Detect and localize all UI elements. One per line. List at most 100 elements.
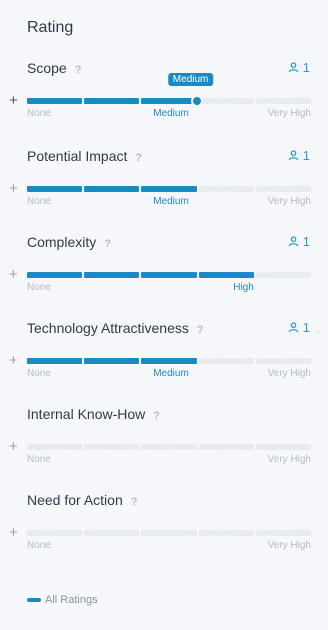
- rating-label-text: Need for Action: [27, 492, 123, 508]
- rater-count[interactable]: 1: [288, 148, 310, 163]
- rating-segment[interactable]: [27, 186, 83, 192]
- rater-count-value: 1: [302, 320, 310, 335]
- rating-slider-track[interactable]: [27, 530, 312, 536]
- rating-segment[interactable]: [84, 444, 140, 450]
- scale-max-label: Very High: [267, 454, 311, 465]
- scale-max-label: Very High: [267, 196, 311, 207]
- rating-segment[interactable]: [27, 358, 83, 364]
- rating-segment[interactable]: [141, 186, 197, 192]
- rating-segment[interactable]: [84, 272, 140, 278]
- help-icon[interactable]: ?: [104, 238, 111, 250]
- add-rating-icon[interactable]: +: [9, 353, 18, 368]
- rater-count[interactable]: 1: [288, 60, 310, 75]
- rating-segment[interactable]: [141, 530, 197, 536]
- rater-count-value: 1: [302, 60, 310, 75]
- rating-slider-track[interactable]: [27, 444, 312, 450]
- rating-need-for-action: Need for Action? + None Very High: [0, 492, 328, 572]
- current-level-label: High: [233, 282, 254, 293]
- rating-segment[interactable]: [27, 444, 83, 450]
- rating-scale-labels: None Medium Very High: [27, 368, 311, 382]
- rating-segment[interactable]: [198, 186, 254, 192]
- rating-scale-labels: None Very High: [27, 540, 311, 554]
- rater-count[interactable]: 1: [288, 320, 310, 335]
- user-icon: [288, 62, 299, 73]
- scale-min-label: None: [27, 282, 51, 293]
- legend: All Ratings: [27, 594, 98, 606]
- rating-slider-track[interactable]: [27, 272, 312, 278]
- rating-segment[interactable]: [27, 272, 83, 278]
- add-rating-icon[interactable]: +: [9, 93, 18, 108]
- rating-slider-track[interactable]: [27, 98, 312, 104]
- slider-handle[interactable]: [190, 95, 203, 107]
- help-icon[interactable]: ?: [153, 410, 160, 422]
- help-icon[interactable]: ?: [131, 496, 138, 508]
- rating-segment[interactable]: [84, 358, 140, 364]
- rating-segment[interactable]: [255, 358, 312, 364]
- current-level-label: Medium: [153, 196, 189, 207]
- rating-technology-attractiveness: Technology Attractiveness? 1 + None Medium Ve…: [0, 320, 328, 400]
- scale-max-label: Very High: [267, 108, 311, 119]
- rating-segment[interactable]: [84, 530, 140, 536]
- add-rating-icon[interactable]: +: [9, 181, 18, 196]
- rating-slider-track[interactable]: [27, 358, 312, 364]
- scale-min-label: None: [27, 108, 51, 119]
- scale-min-label: None: [27, 540, 51, 551]
- rating-scale-labels: None Medium Very High: [27, 196, 311, 210]
- current-level-label: Medium: [153, 368, 189, 379]
- rating-label-text: Potential Impact: [27, 148, 128, 164]
- user-icon: [288, 236, 299, 247]
- rating-segment[interactable]: [141, 272, 197, 278]
- scale-min-label: None: [27, 368, 51, 379]
- add-rating-icon[interactable]: +: [9, 525, 18, 540]
- rating-scale-labels: None Very High: [27, 454, 311, 468]
- rating-segment[interactable]: [27, 98, 83, 104]
- rating-segment[interactable]: [198, 98, 254, 104]
- rater-count-value: 1: [302, 148, 310, 163]
- rating-segment[interactable]: [255, 186, 312, 192]
- rating-label: Complexity?: [27, 234, 111, 250]
- rating-label-text: Complexity: [27, 234, 97, 250]
- rating-label-text: Internal Know-How: [27, 406, 146, 422]
- rating-scale-labels: None Medium Very High: [27, 108, 311, 122]
- rating-label: Potential Impact?: [27, 148, 142, 164]
- panel-title: Rating: [27, 19, 74, 36]
- rating-segment[interactable]: [255, 530, 312, 536]
- rating-label-text: Scope: [27, 60, 67, 76]
- rater-count-value: 1: [302, 234, 310, 249]
- rater-count[interactable]: 1: [288, 234, 310, 249]
- add-rating-icon[interactable]: +: [9, 439, 18, 454]
- current-level-label: Medium: [153, 108, 189, 119]
- rating-segment[interactable]: [198, 358, 254, 364]
- rating-slider-track[interactable]: [27, 186, 312, 192]
- rating-segment[interactable]: [141, 98, 197, 104]
- help-icon[interactable]: ?: [135, 152, 142, 164]
- scale-min-label: None: [27, 196, 51, 207]
- rating-segment[interactable]: [27, 530, 83, 536]
- rating-segment[interactable]: [198, 272, 254, 278]
- rating-internal-know-how: Internal Know-How? + None Very High: [0, 406, 328, 486]
- rating-segment[interactable]: [141, 444, 197, 450]
- rating-segment[interactable]: [84, 186, 140, 192]
- help-icon[interactable]: ?: [75, 64, 82, 76]
- rating-label: Scope?: [27, 60, 81, 76]
- slider-tooltip: Medium: [167, 73, 214, 86]
- rating-label: Internal Know-How?: [27, 406, 160, 422]
- help-icon[interactable]: ?: [197, 324, 204, 336]
- add-rating-icon[interactable]: +: [9, 267, 18, 282]
- rating-segment[interactable]: [198, 530, 254, 536]
- rating-potential-impact: Potential Impact? 1 + None Medium Very High: [0, 148, 328, 228]
- rating-segment[interactable]: [198, 444, 254, 450]
- rating-label: Technology Attractiveness?: [27, 320, 204, 336]
- rating-panel: Rating Scope? 1 + None Medium Very High Medium…: [0, 0, 328, 630]
- user-icon: [288, 322, 299, 333]
- rating-segment[interactable]: [84, 98, 140, 104]
- user-icon: [288, 150, 299, 161]
- rating-segment[interactable]: [255, 98, 312, 104]
- rating-scope: Scope? 1 + None Medium Very High Medium: [0, 60, 328, 140]
- rating-segment[interactable]: [141, 358, 197, 364]
- rating-segment[interactable]: [255, 444, 312, 450]
- scale-max-label: Very High: [267, 368, 311, 379]
- rating-segment[interactable]: [255, 272, 312, 278]
- rating-complexity: Complexity? 1 + None High: [0, 234, 328, 314]
- rating-scale-labels: None High: [27, 282, 311, 296]
